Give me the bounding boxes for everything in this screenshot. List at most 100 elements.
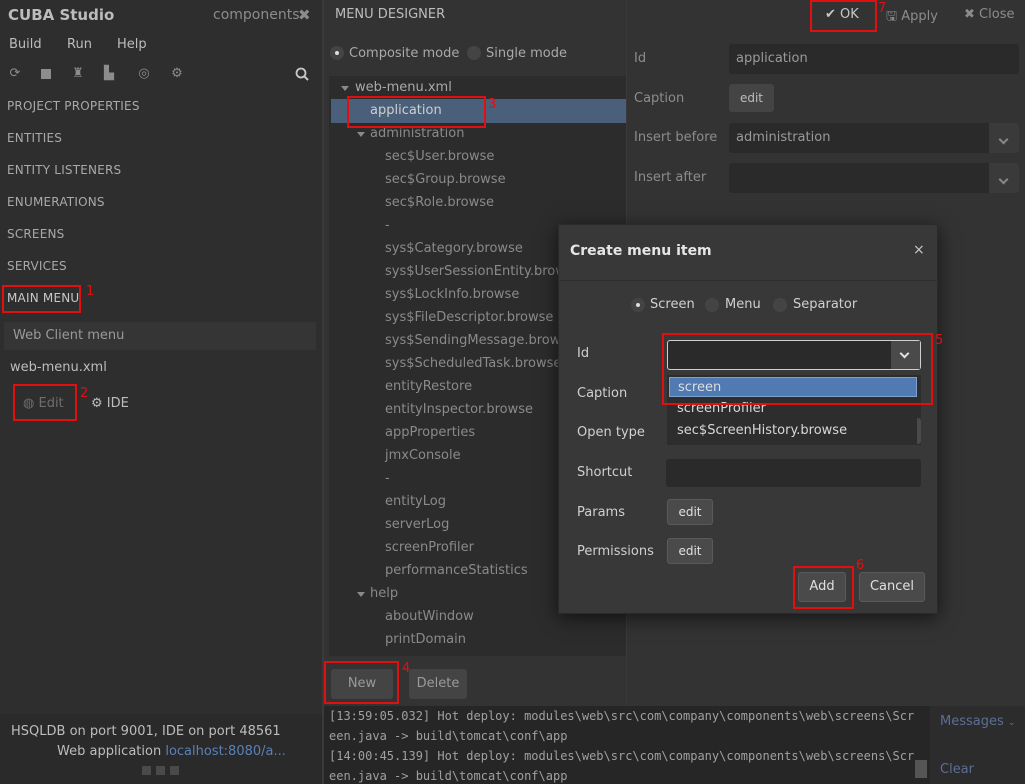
suggestion-option[interactable]: screen: [669, 377, 917, 397]
tree-item[interactable]: screenProfiler: [385, 540, 474, 555]
console-scrollbar[interactable]: [915, 760, 927, 778]
suggestion-option[interactable]: sec$ScreenHistory.browse: [669, 421, 917, 441]
refresh-icon[interactable]: ⟳: [8, 67, 22, 81]
chevron-down-icon[interactable]: [989, 163, 1019, 193]
type-separator-label: Separator: [793, 297, 858, 312]
new-item-button[interactable]: New: [331, 669, 393, 699]
project-panel: CUBA Studio components ✖ Build Run Help …: [0, 0, 322, 784]
nav-screens[interactable]: SCREENS: [7, 227, 65, 241]
cancel-button[interactable]: Cancel: [859, 572, 925, 602]
tree-item[interactable]: sys$ScheduledTask.browse: [385, 356, 561, 371]
tree-item[interactable]: sys$Category.browse: [385, 241, 523, 256]
tree-item[interactable]: -: [385, 471, 390, 486]
type-screen-label: Screen: [650, 297, 695, 312]
deploy-icon[interactable]: ⚙: [170, 67, 184, 81]
caption-label: Caption: [634, 91, 685, 106]
check-icon: ✔: [825, 7, 836, 22]
status-square: [142, 766, 151, 775]
single-mode-label: Single mode: [486, 46, 567, 61]
tree-item[interactable]: printDomain: [385, 632, 466, 647]
permissions-label: Permissions: [577, 544, 654, 559]
ide-button[interactable]: ⚙ IDE: [91, 396, 129, 411]
tree-item[interactable]: sec$Group.browse: [385, 172, 506, 187]
brush-icon[interactable]: ♜: [71, 67, 85, 81]
tree-group-help[interactable]: help: [370, 586, 398, 601]
add-button[interactable]: Add: [798, 572, 846, 602]
tree-item[interactable]: sys$FileDescriptor.browse: [385, 310, 553, 325]
type-screen-radio[interactable]: [631, 298, 645, 312]
tree-item[interactable]: entityLog: [385, 494, 446, 509]
stop-icon[interactable]: [39, 67, 53, 81]
tree-item[interactable]: sys$LockInfo.browse: [385, 287, 519, 302]
chevron-down-icon[interactable]: [989, 123, 1019, 153]
open-type-select-edge[interactable]: [917, 418, 921, 444]
close-button[interactable]: ✖ Close: [964, 7, 1014, 22]
ok-label: OK: [840, 7, 859, 22]
tree-item[interactable]: sec$User.browse: [385, 149, 494, 164]
tree-item-application[interactable]: application: [370, 103, 442, 118]
expand-caret-icon[interactable]: [341, 86, 349, 91]
ok-button[interactable]: ✔ OK: [825, 7, 859, 22]
expand-caret-icon[interactable]: [357, 592, 365, 597]
permissions-edit-button[interactable]: edit: [667, 538, 713, 564]
composite-mode-radio[interactable]: [330, 46, 344, 60]
menu-help[interactable]: Help: [117, 37, 147, 52]
close-icon: ✖: [964, 7, 975, 22]
dialog-close-icon[interactable]: ×: [913, 242, 925, 258]
dialog-id-combobox[interactable]: [667, 340, 921, 370]
nav-services[interactable]: SERVICES: [7, 259, 67, 273]
tree-item[interactable]: jmxConsole: [385, 448, 461, 463]
hierarchy-icon[interactable]: ▙: [102, 67, 116, 81]
single-mode-radio[interactable]: [467, 46, 481, 60]
gears-icon: ⚙: [91, 396, 103, 411]
tree-item[interactable]: performanceStatistics: [385, 563, 528, 578]
nav-enumerations[interactable]: ENUMERATIONS: [7, 195, 105, 209]
dialog-caption-label: Caption: [577, 386, 628, 401]
id-field[interactable]: application: [729, 44, 1019, 74]
tree-root[interactable]: web-menu.xml: [355, 80, 452, 95]
compass-icon: ◍: [23, 396, 35, 411]
tree-item[interactable]: entityInspector.browse: [385, 402, 533, 417]
ide-label: IDE: [106, 396, 129, 411]
chevron-down-icon[interactable]: [891, 341, 920, 369]
open-type-label: Open type: [577, 425, 645, 440]
close-project-icon[interactable]: ✖: [298, 6, 311, 24]
nav-entity-listeners[interactable]: ENTITY LISTENERS: [7, 163, 121, 177]
menu-run[interactable]: Run: [67, 37, 92, 52]
tree-item[interactable]: -: [385, 218, 390, 233]
insert-after-select[interactable]: [729, 163, 1019, 193]
caption-edit-button[interactable]: edit: [729, 84, 774, 112]
tree-item[interactable]: sys$UserSessionEntity.browse: [385, 264, 581, 279]
web-client-menu-header[interactable]: Web Client menu: [4, 322, 316, 350]
nav-entities[interactable]: ENTITIES: [7, 131, 62, 145]
log-line: een.java -> build\tomcat\conf\app: [329, 769, 568, 783]
tree-item[interactable]: serverLog: [385, 517, 449, 532]
clear-log-link[interactable]: Clear: [940, 762, 974, 777]
tree-item[interactable]: entityRestore: [385, 379, 472, 394]
type-menu-radio[interactable]: [705, 298, 719, 312]
suggestion-option[interactable]: screenProfiler: [669, 399, 917, 419]
web-app-link[interactable]: localhost:8080/a...: [165, 744, 286, 759]
insert-before-select[interactable]: administration: [729, 123, 1019, 153]
tree-item[interactable]: appProperties: [385, 425, 475, 440]
nav-project-properties[interactable]: PROJECT PROPERTIES: [7, 99, 140, 113]
tree-item[interactable]: sys$SendingMessage.browse: [385, 333, 575, 348]
delete-item-button[interactable]: Delete: [409, 669, 467, 699]
menu-build[interactable]: Build: [9, 37, 42, 52]
check-icon[interactable]: ◎: [137, 67, 151, 81]
save-icon: 🖫: [886, 9, 898, 24]
apply-button[interactable]: 🖫 Apply: [886, 7, 938, 29]
type-separator-radio[interactable]: [773, 298, 787, 312]
nav-main-menu[interactable]: MAIN MENU: [7, 291, 79, 305]
expand-caret-icon[interactable]: [357, 132, 365, 137]
tree-item[interactable]: aboutWindow: [385, 609, 474, 624]
search-icon[interactable]: [295, 67, 309, 81]
edit-menu-button[interactable]: ◍ Edit: [23, 396, 64, 411]
messages-dropdown[interactable]: Messages ⌄: [940, 714, 1015, 729]
tree-group-administration[interactable]: administration: [370, 126, 464, 141]
shortcut-field[interactable]: [666, 459, 921, 487]
tree-item[interactable]: sec$Role.browse: [385, 195, 494, 210]
log-line: [14:00:45.139] Hot deploy: modules\web\s…: [329, 749, 915, 763]
annotation-number: 6: [856, 558, 865, 573]
params-edit-button[interactable]: edit: [667, 499, 713, 525]
